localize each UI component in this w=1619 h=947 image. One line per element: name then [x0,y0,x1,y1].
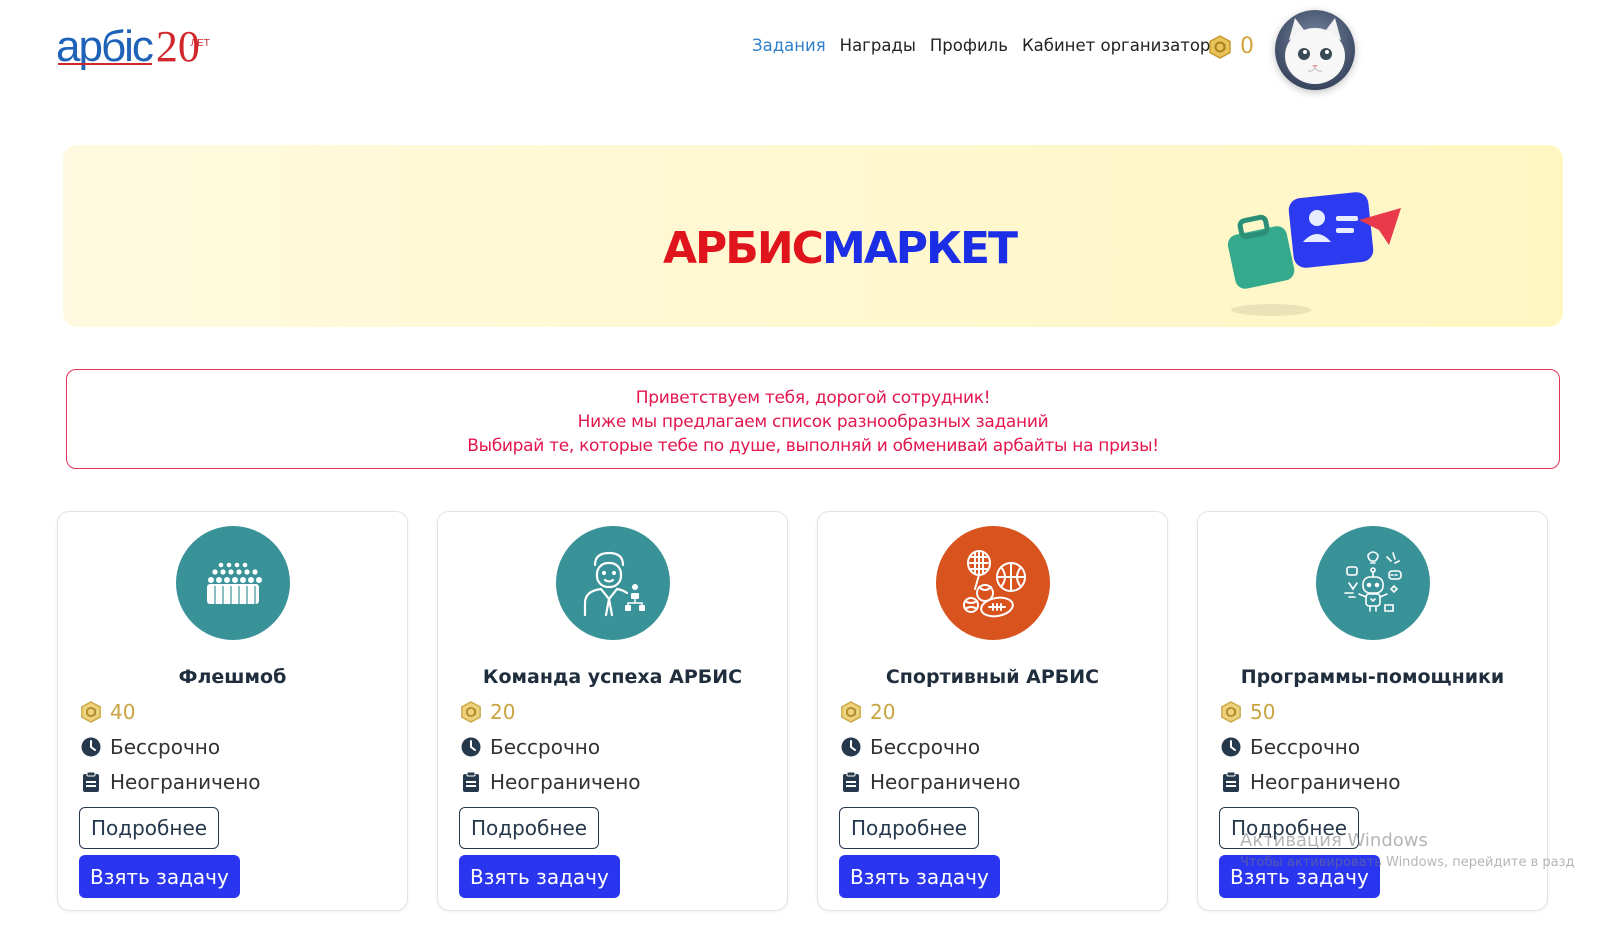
clipboard-icon [460,771,482,793]
clipboard-icon [1220,771,1242,793]
task-duration-value: Бессрочно [110,735,221,759]
greeting-box: Приветствуем тебя, дорогой сотрудник! Ни… [66,369,1560,469]
nav-link-profile[interactable]: Профиль [930,36,1008,55]
task-reward: 20 [840,700,895,724]
task-card: Флешмоб 40 Бессрочно Неограничено Подроб… [57,511,408,911]
task-reward-value: 20 [870,700,896,724]
details-button[interactable]: Подробнее [839,807,980,849]
task-limit: Неограничено [460,770,641,794]
take-task-button[interactable]: Взять задачу [79,855,240,898]
team-leader-icon [556,526,670,640]
coin-icon [460,701,482,723]
task-card: Спортивный АРБИС 20 Бессрочно Неограниче… [817,511,1168,911]
task-title: Команда успеха АРБИС [482,666,743,688]
task-limit-value: Неограничено [1250,770,1401,794]
user-avatar[interactable] [1275,10,1355,90]
task-title: Программы-помощники [1240,666,1505,688]
task-reward-value: 50 [1250,700,1276,724]
task-limit-value: Неограничено [110,770,261,794]
nav-link-tasks[interactable]: Задания [752,36,826,55]
task-title: Флешмоб [178,666,287,688]
clock-icon [460,736,482,758]
balance-value: 0 [1240,34,1254,59]
clock-icon [80,736,102,758]
task-reward: 50 [1220,700,1275,724]
crowd-icon [176,526,290,640]
coin-icon [1208,34,1232,59]
clock-icon [840,736,862,758]
take-task-button[interactable]: Взять задачу [459,855,620,898]
task-duration: Бессрочно [840,735,980,759]
details-button[interactable]: Подробнее [459,807,600,849]
task-card: Команда успеха АРБИС 20 Бессрочно Неогра… [437,511,788,911]
task-limit: Неограничено [1220,770,1401,794]
take-task-button[interactable]: Взять задачу [1219,855,1380,898]
details-button[interactable]: Подробнее [1219,807,1360,849]
nav-link-rewards[interactable]: Награды [840,36,916,55]
logo-anniversary-suffix: ЛЕТ [190,38,210,49]
logo-wordmark: арбіс [56,22,154,71]
greeting-line-3: Выбирай те, которые тебе по душе, выполн… [467,436,1159,456]
task-limit: Неограничено [80,770,261,794]
task-card: Программы-помощники 50 Бессрочно Неогран… [1197,511,1548,911]
coin-icon [840,701,862,723]
task-duration: Бессрочно [80,735,220,759]
clock-icon [1220,736,1242,758]
nav-link-organizer-cabinet[interactable]: Кабинет организатора [1022,36,1221,55]
balance-indicator: 0 [1208,34,1254,59]
task-duration-value: Бессрочно [490,735,601,759]
task-reward-value: 40 [110,700,136,724]
clipboard-icon [80,771,102,793]
task-reward: 40 [80,700,135,724]
coin-icon [1220,701,1242,723]
greeting-line-1: Приветствуем тебя, дорогой сотрудник! [635,388,991,408]
details-button[interactable]: Подробнее [79,807,220,849]
clipboard-icon [840,771,862,793]
main-nav: Задания Награды Профиль Кабинет организа… [752,36,1221,55]
task-duration-value: Бессрочно [1250,735,1361,759]
market-banner: АРБИСМАРКЕТ [63,145,1563,327]
banner-title-blue: МАРКЕТ [821,223,1018,274]
task-limit-value: Неограничено [490,770,641,794]
sports-balls-icon [936,526,1050,640]
greeting-line-2: Ниже мы предлагаем список разнообразных … [577,412,1049,432]
briefcase-idcard-illustration [1211,190,1401,320]
coin-icon [80,701,102,723]
logo-anniversary: 20 ЛЕТ [155,22,210,71]
banner-title-red: АРБИС [663,223,824,274]
task-reward-value: 20 [490,700,516,724]
robot-assistant-icon [1316,526,1430,640]
task-reward: 20 [460,700,515,724]
task-limit-value: Неограничено [870,770,1021,794]
task-duration: Бессрочно [1220,735,1360,759]
banner-title: АРБИСМАРКЕТ [663,223,1018,274]
task-limit: Неограничено [840,770,1021,794]
task-title: Спортивный АРБИС [885,666,1100,688]
task-duration: Бессрочно [460,735,600,759]
site-logo[interactable]: арбіс 20 ЛЕТ [56,22,216,72]
task-duration-value: Бессрочно [870,735,981,759]
take-task-button[interactable]: Взять задачу [839,855,1000,898]
